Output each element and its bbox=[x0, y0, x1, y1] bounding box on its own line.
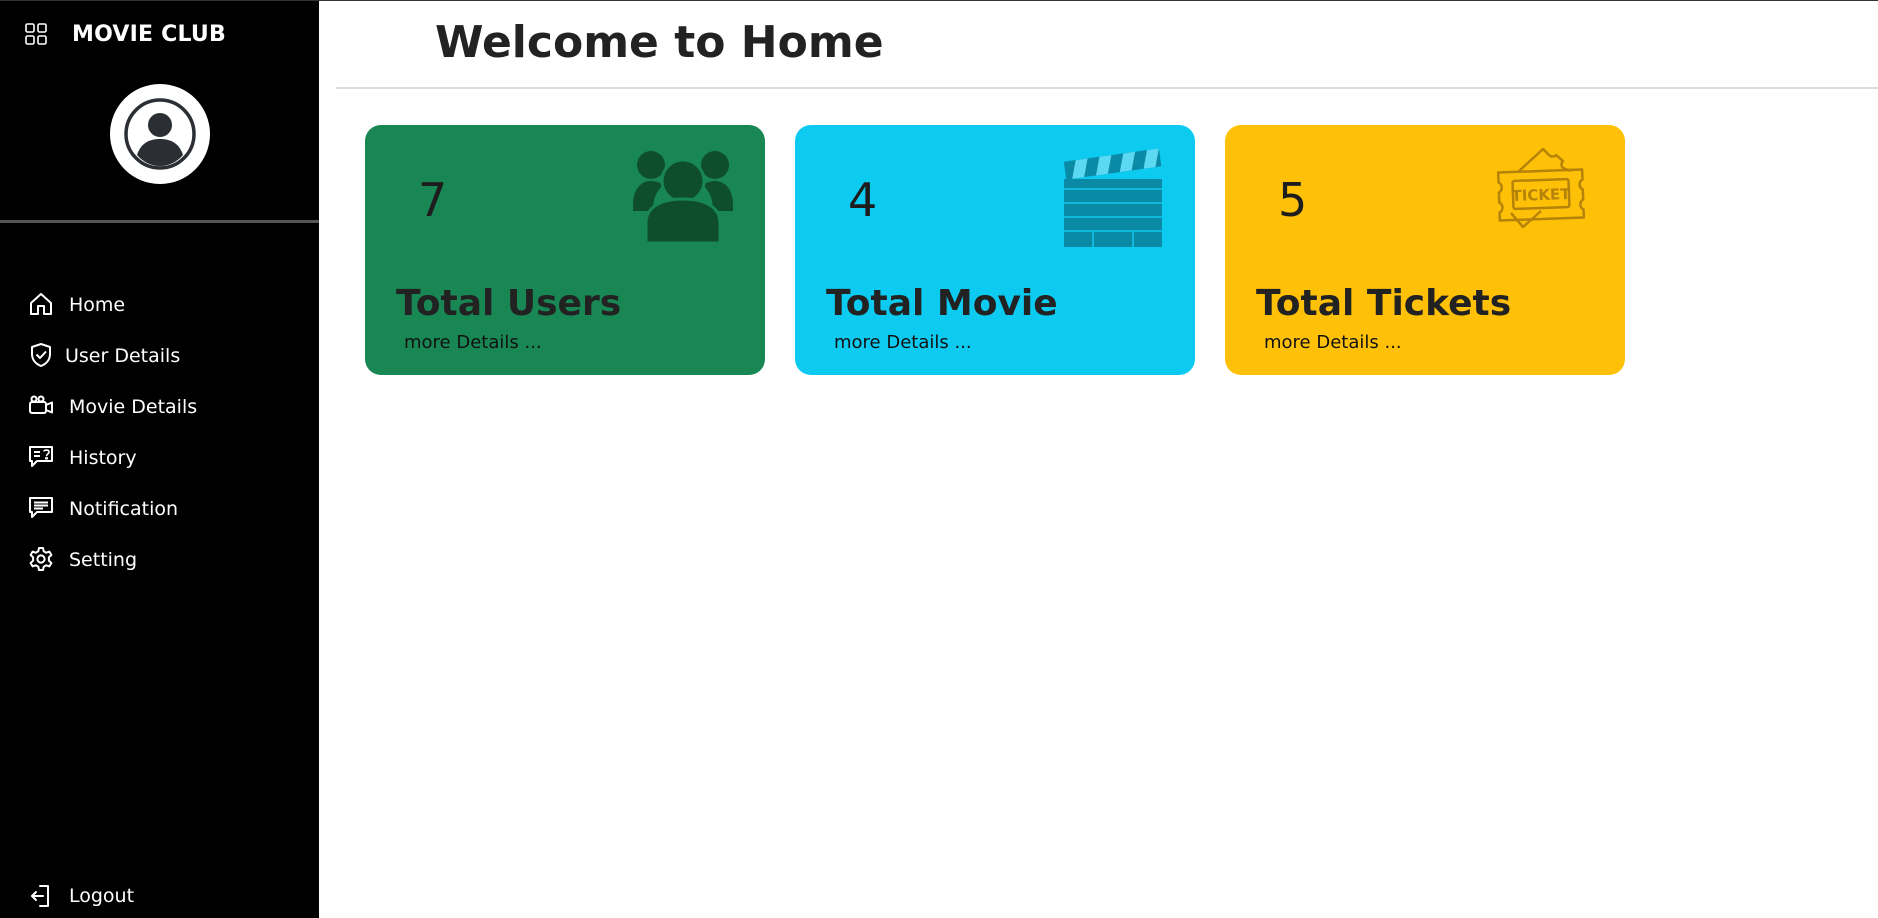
more-details-link[interactable]: more Details ... bbox=[404, 332, 542, 353]
sidebar-divider bbox=[0, 220, 319, 223]
sidebar-item-notification[interactable]: Notification bbox=[0, 483, 319, 534]
card-title: Total Movie bbox=[826, 283, 1058, 324]
header-divider bbox=[336, 87, 1878, 89]
sidebar-item-history[interactable]: History bbox=[0, 432, 319, 483]
card-title: Total Users bbox=[396, 283, 622, 324]
sidebar-item-home[interactable]: Home bbox=[0, 279, 319, 330]
sidebar-item-movie-details[interactable]: Movie Details bbox=[0, 381, 319, 432]
more-details-link[interactable]: more Details ... bbox=[834, 332, 972, 353]
sidebar-item-label: History bbox=[69, 446, 137, 469]
logout-icon bbox=[31, 885, 49, 907]
sidebar-item-setting[interactable]: Setting bbox=[0, 534, 319, 585]
logout-button[interactable]: Logout bbox=[0, 871, 319, 918]
card-total-tickets[interactable]: 5 TICKET Total Tickets more Details ... bbox=[1225, 125, 1625, 375]
sidebar-item-label: Setting bbox=[69, 548, 138, 571]
avatar[interactable] bbox=[110, 84, 210, 184]
home-icon bbox=[30, 293, 52, 315]
sidebar-item-label: Movie Details bbox=[69, 395, 198, 418]
users-icon bbox=[633, 151, 733, 243]
ticket-icon: TICKET bbox=[1496, 147, 1586, 229]
user-circle-icon bbox=[124, 98, 196, 170]
sidebar: MOVIE CLUB Home User Details Movie Detai… bbox=[0, 1, 319, 918]
logout-label: Logout bbox=[69, 885, 135, 907]
main-content: Welcome to Home 7 Total Users more Detai… bbox=[319, 1, 1878, 918]
card-title: Total Tickets bbox=[1256, 283, 1512, 324]
clapperboard-icon bbox=[1063, 148, 1162, 247]
camera-icon bbox=[29, 395, 53, 414]
card-total-movie[interactable]: 4 Total Movie more Details ... bbox=[795, 125, 1195, 375]
svg-text:TICKET: TICKET bbox=[1511, 185, 1571, 205]
sidebar-item-label: Home bbox=[69, 293, 126, 316]
sidebar-item-label: Notification bbox=[69, 497, 179, 520]
sidebar-item-label: User Details bbox=[65, 344, 181, 367]
more-details-link[interactable]: more Details ... bbox=[1264, 332, 1402, 353]
chat-lines-icon bbox=[29, 497, 53, 518]
card-count: 4 bbox=[848, 173, 878, 227]
sidebar-nav: Home User Details Movie Details History … bbox=[0, 279, 319, 585]
gear-icon bbox=[29, 547, 53, 571]
app-page: MOVIE CLUB Home User Details Movie Detai… bbox=[0, 0, 1878, 918]
brand-name: MOVIE CLUB bbox=[72, 21, 226, 47]
card-total-users[interactable]: 7 Total Users more Details ... bbox=[365, 125, 765, 375]
card-count: 5 bbox=[1278, 173, 1308, 227]
page-title: Welcome to Home bbox=[435, 17, 884, 68]
chat-question-icon bbox=[29, 446, 53, 467]
shield-check-icon bbox=[31, 343, 51, 367]
grid-icon[interactable] bbox=[24, 22, 48, 46]
brand[interactable]: MOVIE CLUB bbox=[24, 17, 226, 51]
sidebar-item-user-details[interactable]: User Details bbox=[0, 330, 319, 381]
card-count: 7 bbox=[418, 173, 448, 227]
